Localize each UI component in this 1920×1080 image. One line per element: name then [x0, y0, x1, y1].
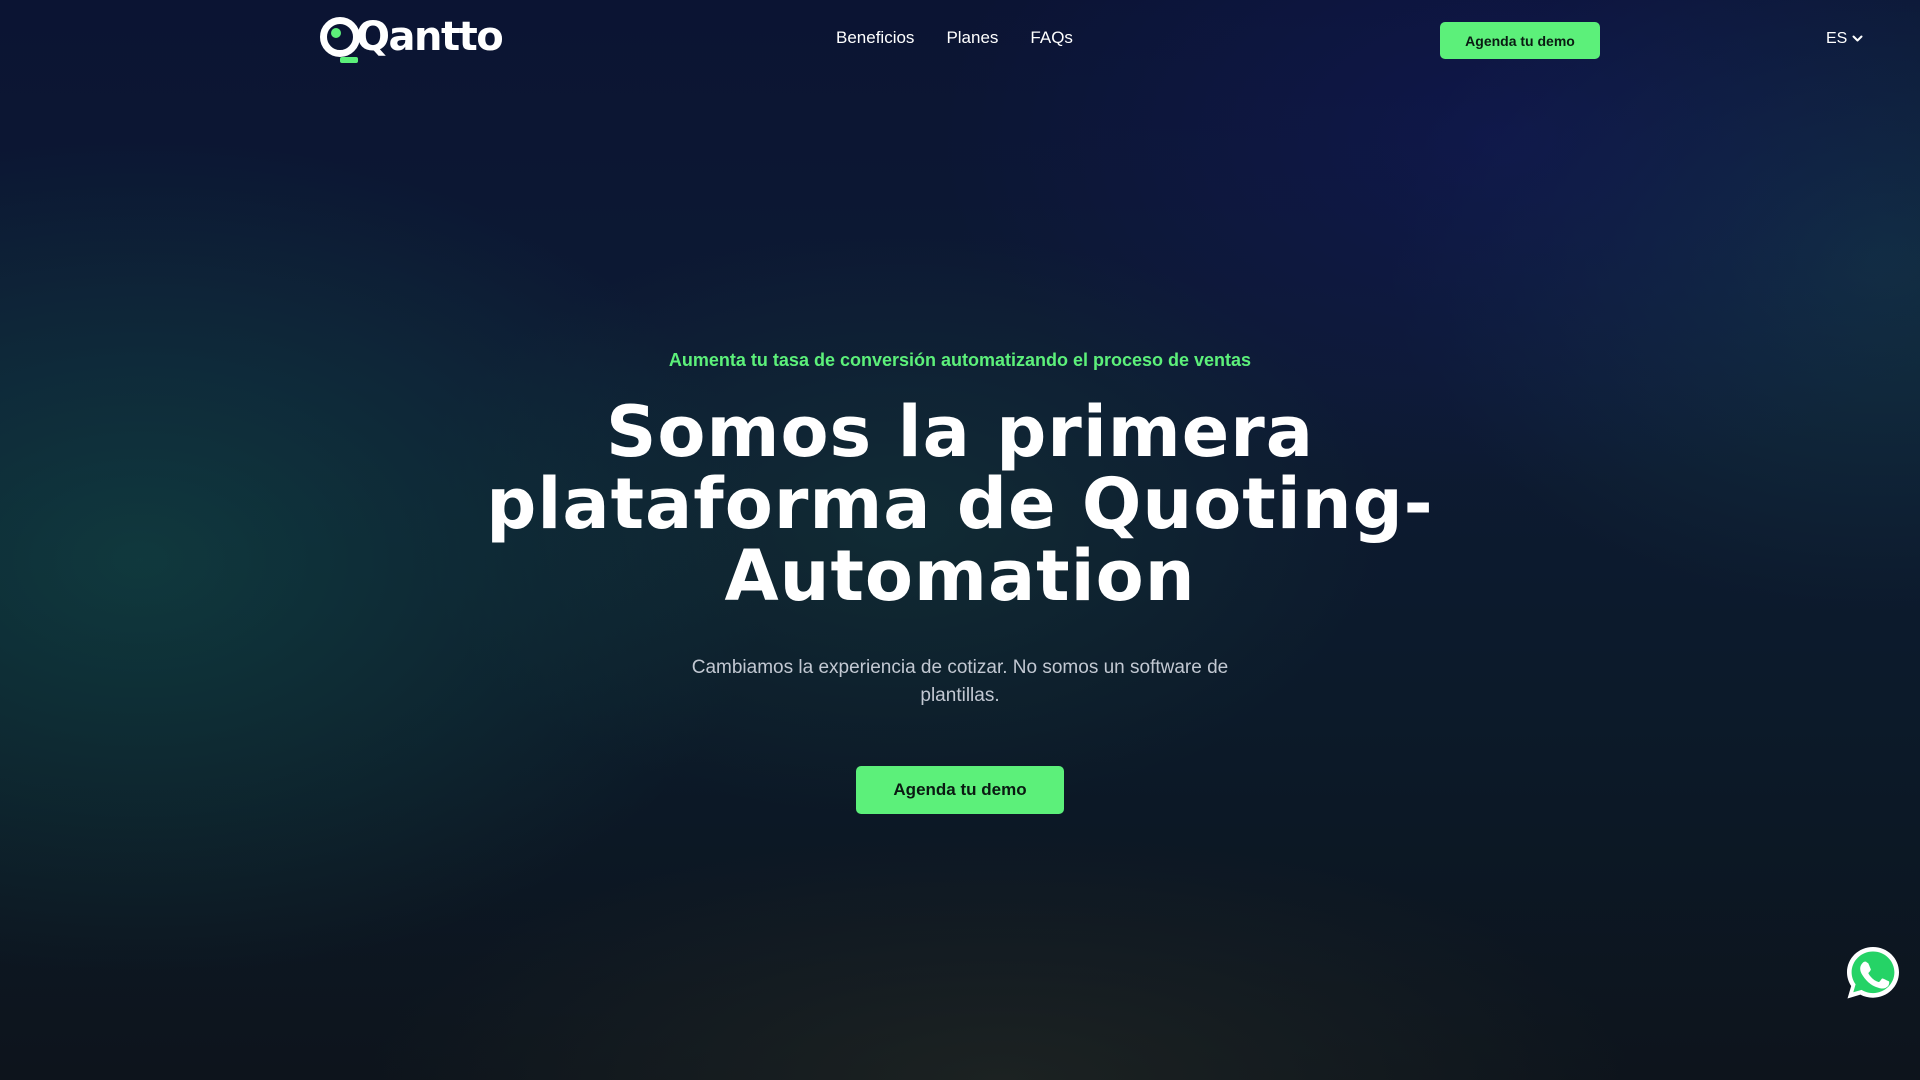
main-nav: Beneficios Planes FAQs: [836, 28, 1073, 48]
hero-headline: Somos la primera plataforma de Quoting-A…: [486, 391, 1434, 617]
language-label: ES: [1826, 30, 1848, 47]
nav-item-faqs[interactable]: FAQs: [1030, 28, 1073, 48]
chevron-down-icon: [1852, 35, 1863, 42]
brand-name: Qantto: [356, 14, 504, 60]
hero-eyebrow: Aumenta tu tasa de conversión automatiza…: [668, 350, 1252, 370]
site-header: Qantto Beneficios Planes FAQs Agenda tu …: [0, 0, 1920, 80]
whatsapp-icon: [1847, 947, 1899, 999]
header-demo-button[interactable]: Agenda tu demo: [1440, 22, 1600, 59]
logo-mark-icon: [318, 15, 362, 63]
hero-demo-button[interactable]: Agenda tu demo: [856, 766, 1064, 814]
brand-logo[interactable]: Qantto: [318, 14, 504, 64]
nav-item-planes[interactable]: Planes: [946, 28, 998, 48]
hero-subtitle: Cambiamos la experiencia de cotizar. No …: [691, 657, 1229, 706]
whatsapp-button[interactable]: [1844, 944, 1902, 1002]
language-selector[interactable]: ES: [1826, 30, 1863, 48]
nav-item-beneficios[interactable]: Beneficios: [836, 28, 914, 48]
